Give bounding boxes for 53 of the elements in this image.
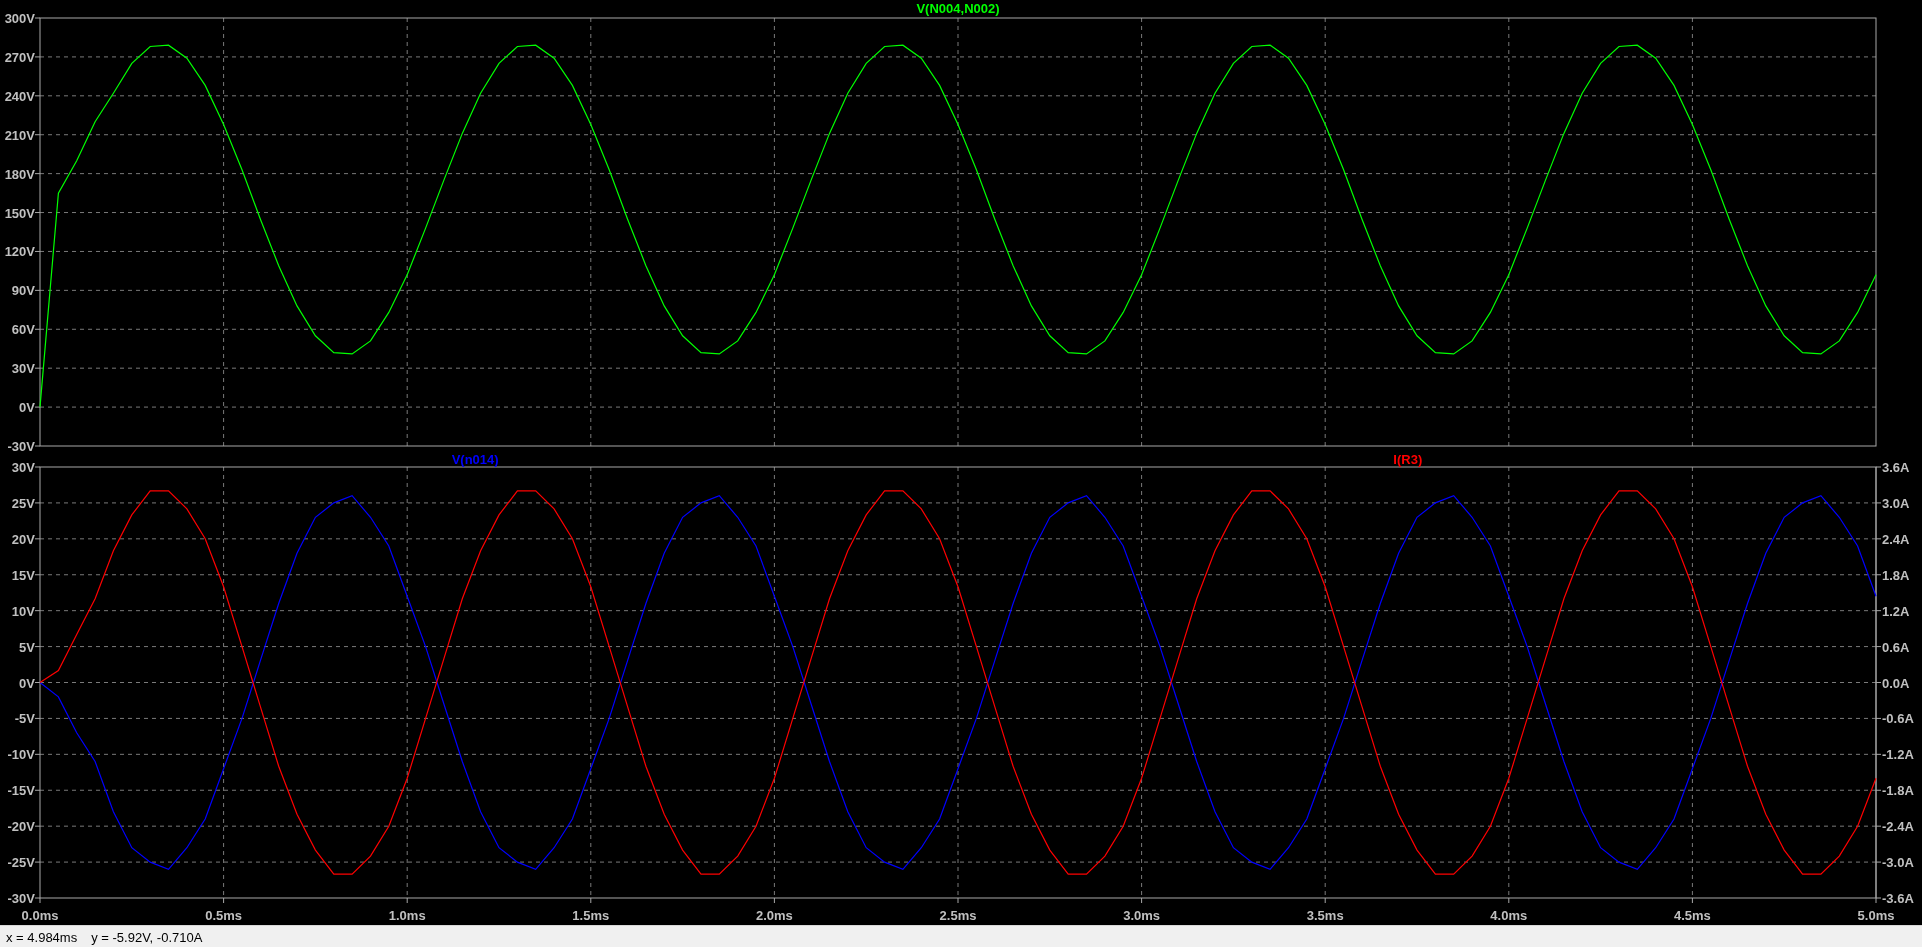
- axis-label: 2.5ms: [939, 908, 977, 923]
- axis-label: 1.0ms: [388, 908, 426, 923]
- axis-label: 150V: [4, 205, 35, 221]
- axis-label: 1.8A: [1882, 567, 1910, 583]
- axis-label: 3.0ms: [1123, 908, 1161, 923]
- axis-label: 30V: [11, 361, 35, 377]
- axis-label: -3.6A: [1882, 891, 1914, 906]
- axis-label: -3.0A: [1882, 855, 1914, 871]
- axis-label: -0.6A: [1882, 711, 1914, 727]
- axis-label: 10V: [11, 603, 35, 619]
- axis-label: -30V: [7, 439, 35, 453]
- axis-label: 90V: [11, 283, 35, 299]
- axis-label: 3.5ms: [1306, 908, 1344, 923]
- axis-label: -20V: [7, 819, 35, 835]
- axis-label: 0.6A: [1882, 639, 1910, 655]
- axis-label: 210V: [4, 127, 35, 143]
- axis-label: 120V: [4, 244, 35, 260]
- axis-label: -1.2A: [1882, 747, 1914, 763]
- cursor-x-readout: x = 4.984ms: [6, 930, 78, 945]
- axis-label: 300V: [4, 11, 35, 26]
- axis-label: 4.0ms: [1490, 908, 1528, 923]
- axis-label: 0.0ms: [21, 908, 59, 923]
- axis-label: 1.5ms: [572, 908, 610, 923]
- axis-label: 0V: [19, 400, 35, 416]
- trace-name[interactable]: I(R3): [1393, 453, 1423, 467]
- axis-label: -10V: [7, 747, 35, 763]
- axis-label: 4.5ms: [1673, 908, 1711, 923]
- axis-label: -2.4A: [1882, 819, 1914, 835]
- axis-label: -25V: [7, 855, 35, 871]
- axis-label: -5V: [14, 711, 35, 727]
- axis-label: 25V: [11, 495, 35, 511]
- axis-label: 3.6A: [1882, 460, 1910, 475]
- axis-label: 0V: [19, 675, 35, 691]
- axis-label: 60V: [11, 322, 35, 338]
- axis-label: 2.4A: [1882, 531, 1910, 547]
- axis-label: 180V: [4, 166, 35, 182]
- axis-label: 5V: [19, 639, 35, 655]
- axis-label: -1.8A: [1882, 783, 1914, 799]
- axis-label: 20V: [11, 531, 35, 547]
- axis-label: -15V: [7, 783, 35, 799]
- trace-name[interactable]: V(N004,N002): [916, 1, 1000, 16]
- axis-label: -30V: [7, 891, 35, 906]
- axis-label: 30V: [11, 460, 35, 475]
- axis-label: 0.0A: [1882, 675, 1910, 691]
- axis-label: 0.5ms: [205, 908, 243, 923]
- axis-label: 3.0A: [1882, 495, 1910, 511]
- axis-label: 270V: [4, 49, 35, 65]
- cursor-y-readout: y = -5.92V, -0.710A: [91, 930, 203, 945]
- axis-label: 2.0ms: [755, 908, 793, 923]
- axis-label: 240V: [4, 88, 35, 104]
- axis-label: 15V: [11, 567, 35, 583]
- axis-label: 1.2A: [1882, 603, 1910, 619]
- axis-label: 5.0ms: [1857, 908, 1895, 923]
